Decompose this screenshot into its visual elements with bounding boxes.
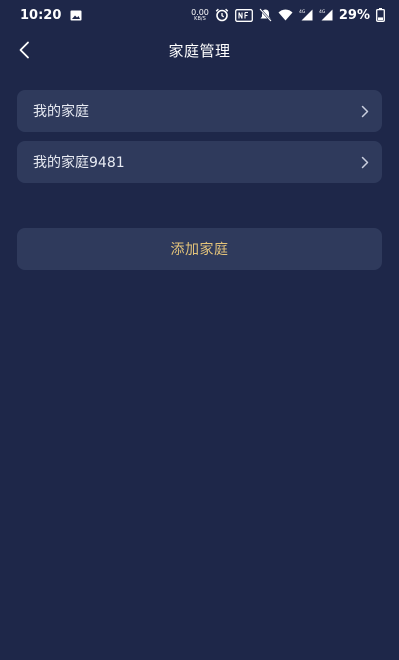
status-bar: 10:20 0.00 KB/S 4G 4G 29% — [0, 0, 399, 30]
family-management-screen: 10:20 0.00 KB/S 4G 4G 29% 家庭管理 我的家庭 我的家庭… — [0, 0, 399, 660]
svg-text:4G: 4G — [319, 9, 326, 15]
nfc-icon — [234, 8, 253, 22]
signal-4g-icon: 4G — [299, 9, 313, 21]
net-speed: 0.00 KB/S — [191, 8, 209, 22]
page-title: 家庭管理 — [168, 41, 231, 60]
family-item[interactable]: 我的家庭9481 — [17, 141, 382, 183]
add-family-label: 添加家庭 — [170, 242, 229, 258]
net-speed-unit: KB/S — [194, 15, 206, 22]
header: 家庭管理 — [0, 30, 399, 70]
chevron-left-icon — [18, 41, 30, 59]
mute-icon — [259, 8, 272, 22]
chevron-right-icon — [361, 105, 369, 118]
status-time: 10:20 — [20, 7, 62, 23]
svg-text:4G: 4G — [299, 9, 306, 15]
family-item[interactable]: 我的家庭 — [17, 90, 382, 132]
status-right: 0.00 KB/S 4G 4G 29% — [191, 8, 385, 23]
signal-4g-icon: 4G — [319, 9, 333, 21]
alarm-icon — [215, 8, 229, 22]
family-name: 我的家庭 — [33, 104, 89, 120]
battery-percent: 29% — [338, 7, 370, 23]
status-left: 10:20 — [20, 8, 82, 23]
chevron-right-icon — [361, 156, 369, 169]
family-name: 我的家庭9481 — [33, 155, 125, 171]
family-list: 我的家庭 我的家庭9481 — [17, 90, 382, 192]
battery-icon — [376, 8, 385, 22]
wifi-icon — [278, 9, 293, 21]
back-button[interactable] — [10, 36, 38, 64]
image-icon — [70, 10, 82, 21]
add-family-button[interactable]: 添加家庭 — [17, 228, 382, 270]
